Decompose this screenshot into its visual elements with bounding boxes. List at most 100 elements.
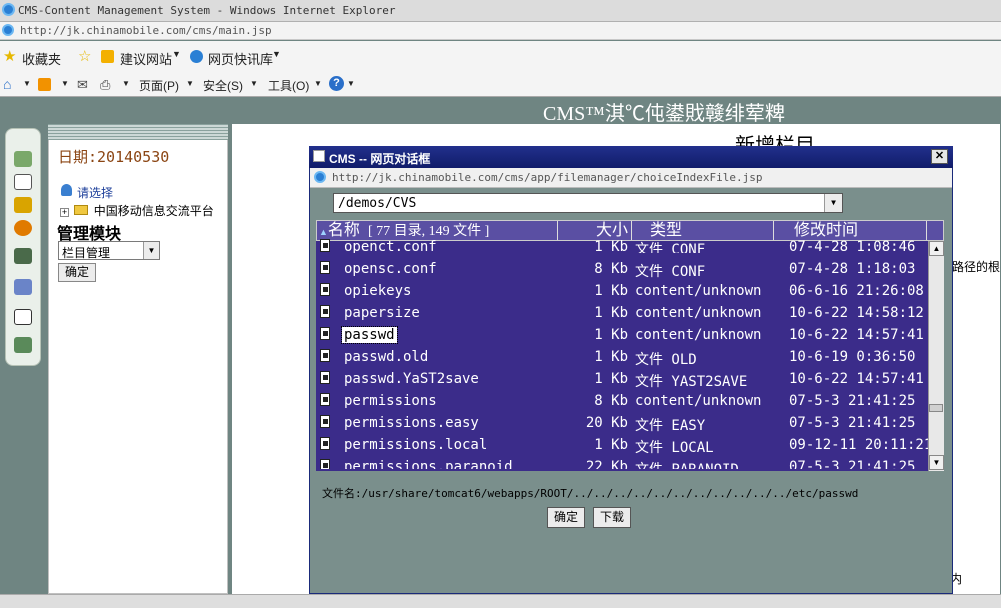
file-name[interactable]: permissions.paranoid bbox=[344, 459, 513, 469]
table-row[interactable]: passwd 1 Kb content/unknown 10-6-22 14:57:4… bbox=[316, 324, 928, 346]
file-mtime: 09-12-11 20:11:21 bbox=[789, 437, 933, 453]
page-menu[interactable]: 页面(P) bbox=[139, 77, 179, 94]
module-select[interactable]: 栏目管理 ▼ bbox=[58, 241, 160, 260]
mail-icon[interactable]: ✉ bbox=[77, 77, 88, 93]
address-bar[interactable]: http://jk.chinamobile.com/cms/main.jsp bbox=[0, 22, 1001, 40]
file-name[interactable]: opensc.conf bbox=[344, 261, 437, 277]
filename-label: 文件名: bbox=[322, 487, 362, 500]
table-row[interactable]: opensc.conf 8 Kb 文件 CONF 07-4-28 1:18:03 bbox=[316, 258, 928, 280]
dialog-address-bar: http://jk.chinamobile.com/cms/app/filema… bbox=[310, 168, 952, 188]
table-row[interactable]: permissions.paranoid 22 Kb 文件 PARANOID 07-5… bbox=[316, 456, 928, 469]
printer-icon[interactable] bbox=[14, 309, 32, 325]
file-type: 文件 PARANOID bbox=[635, 459, 739, 469]
print-icon[interactable]: ⎙ bbox=[100, 77, 110, 93]
document-icon[interactable] bbox=[14, 174, 32, 190]
chevron-down-icon[interactable]: ▼ bbox=[61, 79, 69, 88]
chevron-down-icon[interactable]: ▼ bbox=[172, 49, 181, 59]
file-mtime: 07-5-3 21:41:25 bbox=[789, 459, 916, 469]
ie-icon bbox=[2, 3, 15, 16]
file-mtime: 10-6-19 0:36:50 bbox=[789, 349, 916, 365]
favorites-button[interactable]: 收藏夹 bbox=[22, 49, 61, 68]
file-icon bbox=[320, 261, 330, 274]
chevron-down-icon[interactable]: ▼ bbox=[186, 79, 194, 88]
left-panel-header bbox=[48, 124, 228, 140]
directory-select-value: /demos/CVS bbox=[338, 196, 417, 211]
page-title: CMS™淇℃伅鍙戝竷绯荤粺 bbox=[543, 103, 785, 125]
directory-select[interactable]: /demos/CVS ▼ bbox=[333, 193, 843, 213]
chevron-down-icon[interactable]: ▼ bbox=[314, 79, 322, 88]
chevron-down-icon[interactable]: ▼ bbox=[250, 79, 258, 88]
table-row[interactable]: openct.conf 1 Kb 文件 CONF 07-4-28 1:08:46 bbox=[316, 236, 928, 253]
add-favorite-icon[interactable]: ☆ bbox=[78, 47, 91, 65]
file-name[interactable]: openct.conf bbox=[344, 239, 437, 253]
file-name[interactable]: permissions.local bbox=[344, 437, 487, 453]
table-row[interactable]: permissions.easy 20 Kb 文件 EASY 07-5-3 21:41… bbox=[316, 412, 928, 434]
help-circle-icon[interactable] bbox=[14, 220, 32, 236]
chevron-down-icon[interactable]: ▼ bbox=[23, 79, 31, 88]
file-size: 20 Kb bbox=[585, 415, 628, 431]
file-icon bbox=[320, 415, 330, 428]
chevron-down-icon[interactable]: ▼ bbox=[122, 79, 130, 88]
scroll-down-icon[interactable]: ▼ bbox=[929, 455, 944, 470]
chevron-down-icon[interactable]: ▼ bbox=[824, 194, 842, 212]
home-icon[interactable]: ⌂ bbox=[3, 76, 11, 92]
tools-menu[interactable]: 工具(O) bbox=[268, 77, 309, 94]
module-ok-button[interactable]: 确定 bbox=[58, 263, 96, 282]
file-name[interactable]: passwd.YaST2save bbox=[344, 371, 479, 387]
tree-node[interactable]: + 中国移动信息交流平台 bbox=[60, 202, 214, 219]
file-mtime: 07-5-3 21:41:25 bbox=[789, 393, 916, 409]
chevron-down-icon[interactable]: ▼ bbox=[272, 49, 281, 59]
main-partial-text: 路径的根 bbox=[952, 260, 1001, 274]
file-name[interactable]: opiekeys bbox=[344, 283, 411, 299]
sort-icon[interactable] bbox=[14, 279, 32, 295]
file-type: content/unknown bbox=[635, 283, 762, 299]
favorites-bar: ★ 收藏夹 ☆ 建议网站 ▼ 网页快讯库 ▼ bbox=[0, 41, 1001, 71]
table-row[interactable]: passwd.old 1 Kb 文件 OLD 10-6-19 0:36:50 bbox=[316, 346, 928, 368]
masks-icon[interactable] bbox=[14, 151, 32, 167]
download-button[interactable]: 下载 bbox=[593, 507, 631, 528]
file-type: content/unknown bbox=[635, 393, 762, 409]
file-name[interactable]: permissions bbox=[344, 393, 437, 409]
expand-icon[interactable]: + bbox=[60, 208, 69, 217]
safety-menu[interactable]: 安全(S) bbox=[203, 77, 243, 94]
file-type: 文件 YAST2SAVE bbox=[635, 374, 748, 390]
file-size: 22 Kb bbox=[585, 459, 628, 469]
choose-link[interactable]: 请选择 bbox=[77, 184, 113, 201]
table-row[interactable]: papersize 1 Kb content/unknown 10-6-22 14:5… bbox=[316, 302, 928, 324]
module-select-value: 栏目管理 bbox=[62, 246, 111, 260]
scroll-thumb[interactable] bbox=[929, 404, 943, 412]
table-row[interactable]: permissions.local 1 Kb 文件 LOCAL 09-12-11 20… bbox=[316, 434, 932, 456]
table-row[interactable]: passwd.YaST2save 1 Kb 文件 YAST2SAVE 10-6-22 … bbox=[316, 368, 928, 390]
file-icon bbox=[320, 305, 330, 318]
filename-value: /usr/share/tomcat6/webapps/ROOT/../../..… bbox=[361, 487, 859, 500]
file-name[interactable]: passwd.old bbox=[344, 349, 428, 365]
trash-icon[interactable] bbox=[14, 248, 32, 264]
command-bar: ⌂ ▼ ▼ ✉ ⎙ ▼ 页面(P) ▼ 安全(S) ▼ 工具(O) ▼ ? ▼ bbox=[0, 71, 1001, 97]
file-name[interactable]: passwd bbox=[341, 326, 398, 344]
file-mtime: 06-6-16 21:26:08 bbox=[789, 283, 924, 299]
file-name[interactable]: papersize bbox=[344, 305, 420, 321]
file-name[interactable]: permissions.easy bbox=[344, 415, 479, 431]
users-icon[interactable] bbox=[14, 337, 32, 353]
tree-node-label[interactable]: 中国移动信息交流平台 bbox=[94, 204, 214, 218]
file-size: 1 Kb bbox=[594, 327, 628, 343]
file-icon bbox=[320, 371, 330, 384]
chevron-down-icon[interactable]: ▼ bbox=[347, 79, 355, 88]
info-icon bbox=[61, 184, 72, 196]
web-slice-button[interactable]: 网页快讯库 bbox=[208, 49, 273, 68]
chevron-down-icon[interactable]: ▼ bbox=[143, 242, 159, 259]
file-icon bbox=[320, 239, 330, 252]
scroll-up-icon[interactable]: ▲ bbox=[929, 241, 944, 256]
suggested-sites-button[interactable]: 建议网站 bbox=[120, 49, 172, 68]
user-icon[interactable] bbox=[14, 197, 32, 213]
folder-icon bbox=[74, 205, 89, 215]
help-icon[interactable]: ? bbox=[329, 76, 344, 91]
file-size: 1 Kb bbox=[594, 283, 628, 299]
dialog-ok-button[interactable]: 确定 bbox=[547, 507, 585, 528]
feeds-icon[interactable] bbox=[38, 78, 51, 91]
scrollbar[interactable]: ▲ ▼ bbox=[928, 241, 944, 471]
close-icon[interactable]: ✕ bbox=[931, 149, 948, 164]
file-icon bbox=[320, 283, 330, 296]
table-row[interactable]: opiekeys 1 Kb content/unknown 06-6-16 21:26… bbox=[316, 280, 928, 302]
table-row[interactable]: permissions 8 Kb content/unknown 07-5-3 21:… bbox=[316, 390, 928, 412]
